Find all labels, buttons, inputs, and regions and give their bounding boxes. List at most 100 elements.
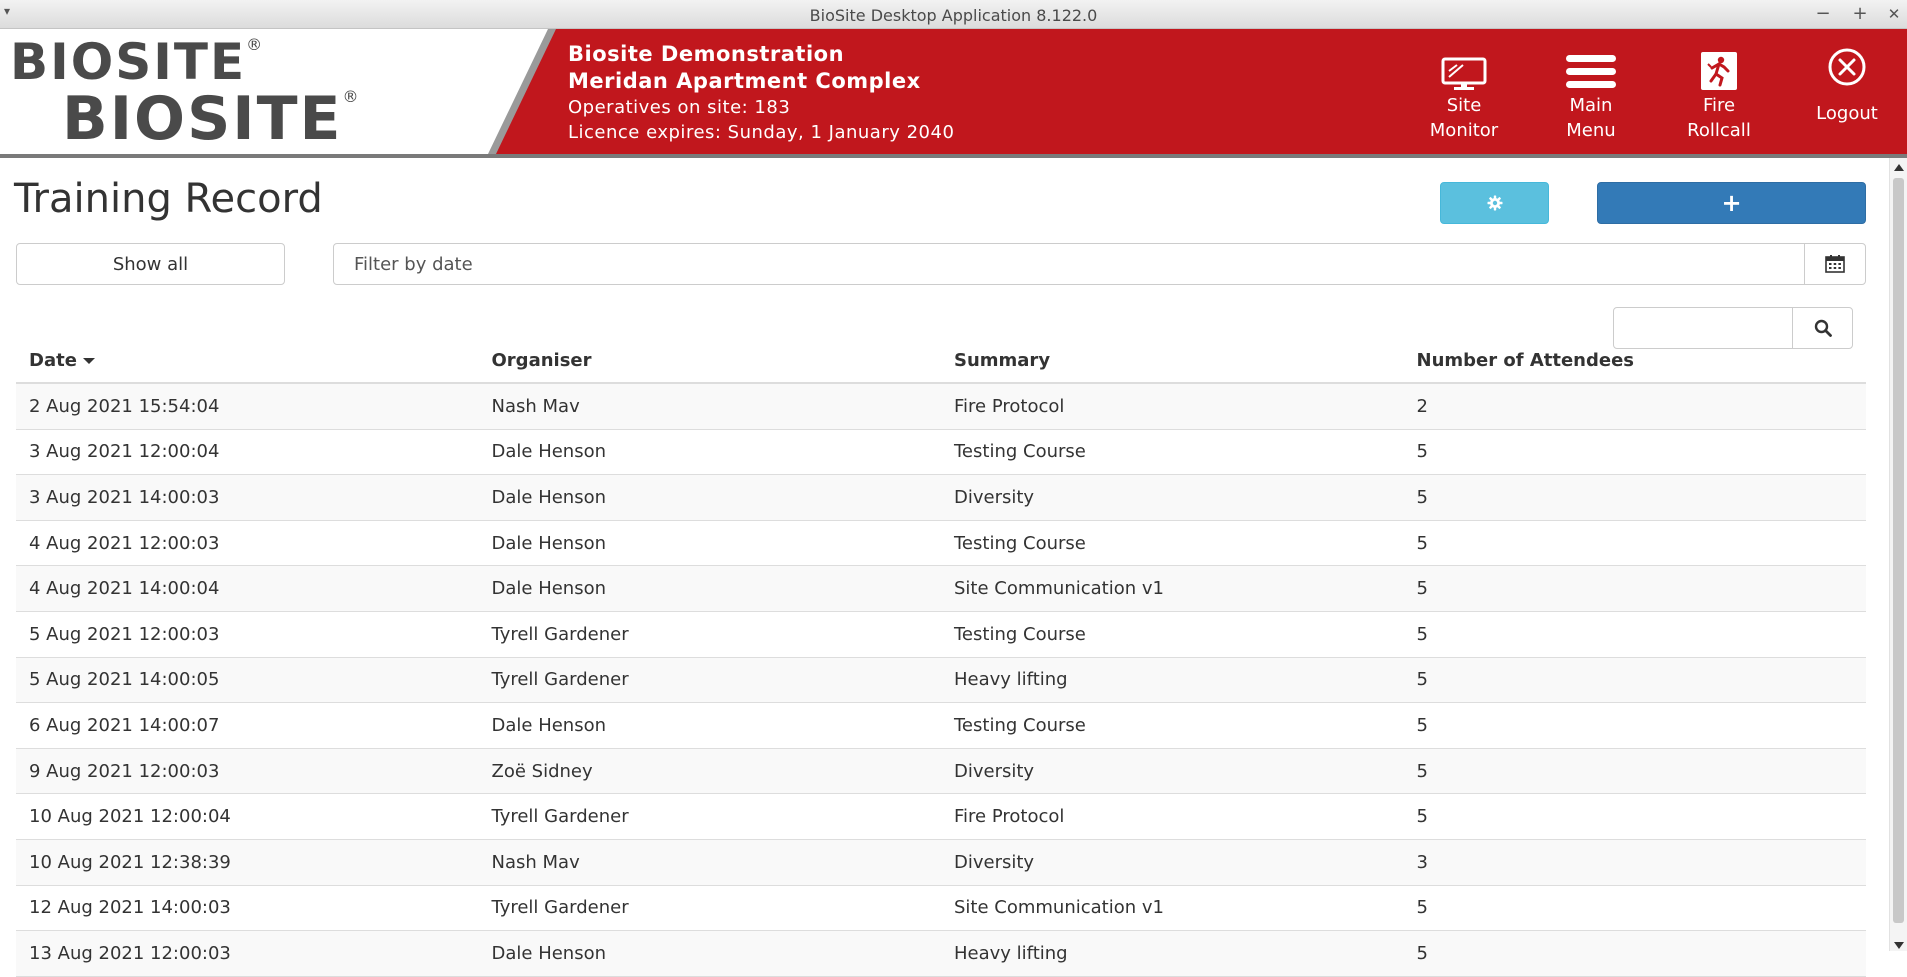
search-icon	[1814, 319, 1832, 337]
table-row[interactable]: 12 Aug 2021 14:00:03 Tyrell Gardener Site …	[16, 886, 1866, 932]
show-all-button[interactable]: Show all	[16, 243, 285, 285]
column-header-date[interactable]: Date	[16, 350, 479, 371]
fire-rollcall-button[interactable]: Fire Rollcall	[1664, 49, 1774, 149]
cell-summary: Heavy lifting	[954, 669, 1068, 691]
calendar-button[interactable]	[1804, 243, 1866, 285]
cell-attendees: 5	[1416, 897, 1428, 919]
cell-summary: Diversity	[954, 760, 1035, 782]
scroll-down-icon[interactable]	[1894, 942, 1904, 949]
table-row[interactable]: 13 Aug 2021 12:00:03 Dale Henson Heavy lif…	[16, 931, 1866, 977]
cell-summary: Heavy lifting	[954, 942, 1068, 964]
cell-summary: Testing Course	[954, 714, 1086, 736]
cell-date: 3 Aug 2021 12:00:04	[29, 441, 220, 463]
main-menu-label-2: Menu	[1566, 120, 1616, 141]
cell-date: 4 Aug 2021 14:00:04	[29, 578, 220, 600]
cell-organiser: Nash Mav	[491, 395, 580, 417]
cell-organiser: Dale Henson	[491, 942, 607, 964]
sort-desc-icon	[82, 357, 95, 364]
cell-attendees: 5	[1416, 806, 1428, 828]
table-row[interactable]: 4 Aug 2021 12:00:03 Dale Henson Testing Co…	[16, 521, 1866, 567]
add-training-button[interactable]: +	[1597, 182, 1866, 224]
logout-icon	[1828, 48, 1866, 86]
fire-rollcall-label-1: Fire	[1702, 95, 1736, 116]
date-filter-input[interactable]	[333, 243, 1805, 285]
cell-date: 10 Aug 2021 12:38:39	[29, 851, 231, 873]
table-row[interactable]: 10 Aug 2021 12:00:04 Tyrell Gardener Fire …	[16, 794, 1866, 840]
cell-attendees: 5	[1416, 532, 1428, 554]
cell-attendees: 5	[1416, 441, 1428, 463]
cell-summary: Testing Course	[954, 623, 1086, 645]
cell-summary: Site Communication v1	[954, 578, 1164, 600]
maximize-icon[interactable]: +	[1849, 3, 1871, 24]
table-row[interactable]: 3 Aug 2021 14:00:03 Dale Henson Diversity 5	[16, 475, 1866, 521]
cell-date: 2 Aug 2021 15:54:04	[29, 395, 220, 417]
gear-icon	[1487, 195, 1502, 211]
cell-organiser: Dale Henson	[491, 578, 607, 600]
logo-text-bottom: BIOSITE®	[62, 84, 359, 154]
cell-date: 4 Aug 2021 12:00:03	[29, 532, 220, 554]
site-monitor-label-2: Monitor	[1429, 120, 1499, 141]
site-info: Biosite Demonstration Meridan Apartment …	[568, 41, 954, 145]
cell-organiser: Dale Henson	[491, 486, 607, 508]
table-header: Date Organiser Summary Number of Attende…	[16, 338, 1866, 384]
cell-organiser: Zoë Sidney	[491, 760, 593, 782]
cell-organiser: Tyrell Gardener	[491, 623, 629, 645]
table-row[interactable]: 6 Aug 2021 14:00:07 Dale Henson Testing Co…	[16, 703, 1866, 749]
cell-attendees: 5	[1416, 714, 1428, 736]
site-name: Biosite Demonstration	[568, 42, 845, 66]
project-name: Meridan Apartment Complex	[568, 69, 921, 93]
app-header: BIOSITE® BIOSITE® Biosite Demonstration …	[0, 29, 1907, 158]
cell-date: 10 Aug 2021 12:00:04	[29, 806, 231, 828]
minimize-icon[interactable]: −	[1812, 3, 1834, 24]
cell-attendees: 5	[1416, 623, 1428, 645]
column-header-summary[interactable]: Summary	[941, 350, 1404, 371]
table-row[interactable]: 5 Aug 2021 12:00:03 Tyrell Gardener Testin…	[16, 612, 1866, 658]
cell-attendees: 5	[1416, 942, 1428, 964]
table-row[interactable]: 5 Aug 2021 14:00:05 Tyrell Gardener Heavy …	[16, 657, 1866, 704]
cell-summary: Diversity	[954, 486, 1035, 508]
cell-date: 13 Aug 2021 12:00:03	[29, 942, 231, 964]
fire-exit-icon	[1701, 52, 1737, 90]
training-table: Date Organiser Summary Number of Attende…	[16, 338, 1866, 977]
cell-date: 12 Aug 2021 14:00:03	[29, 897, 231, 919]
cell-attendees: 5	[1416, 760, 1428, 782]
cell-organiser: Dale Henson	[491, 532, 607, 554]
cell-summary: Testing Course	[954, 441, 1086, 463]
cell-organiser: Dale Henson	[491, 441, 607, 463]
table-row[interactable]: 9 Aug 2021 12:00:03 Zoë Sidney Diversity 5	[16, 748, 1866, 795]
cell-summary: Fire Protocol	[954, 806, 1065, 828]
table-row[interactable]: 3 Aug 2021 12:00:04 Dale Henson Testing Co…	[16, 430, 1866, 476]
window-title: BioSite Desktop Application 8.122.0	[809, 6, 1098, 25]
operatives-count: Operatives on site: 183	[568, 97, 791, 118]
cell-organiser: Tyrell Gardener	[491, 806, 629, 828]
logo-area: BIOSITE® BIOSITE®	[0, 29, 550, 154]
table-row[interactable]: 2 Aug 2021 15:54:04 Nash Mav Fire Protocol…	[16, 384, 1866, 430]
window-titlebar: ▾ BioSite Desktop Application 8.122.0 − …	[0, 0, 1907, 29]
cell-attendees: 5	[1416, 669, 1428, 691]
close-icon[interactable]: ✕	[1883, 5, 1905, 23]
table-row[interactable]: 10 Aug 2021 12:38:39 Nash Mav Diversity 3	[16, 839, 1866, 886]
cell-attendees: 2	[1416, 395, 1428, 417]
column-header-organiser[interactable]: Organiser	[479, 350, 942, 371]
cell-date: 5 Aug 2021 14:00:05	[29, 669, 220, 691]
column-header-attendees[interactable]: Number of Attendees	[1404, 350, 1867, 371]
main-menu-button[interactable]: Main Menu	[1536, 49, 1646, 149]
main-menu-label-1: Main	[1569, 95, 1613, 116]
settings-button[interactable]	[1440, 182, 1549, 224]
cell-attendees: 5	[1416, 486, 1428, 508]
cell-attendees: 5	[1416, 578, 1428, 600]
site-monitor-button[interactable]: Site Monitor	[1409, 49, 1519, 149]
vertical-scrollbar[interactable]	[1889, 158, 1907, 951]
cell-date: 3 Aug 2021 14:00:03	[29, 486, 220, 508]
logout-button[interactable]: Logout	[1792, 48, 1902, 149]
scrollbar-thumb[interactable]	[1893, 178, 1904, 923]
scroll-up-icon[interactable]	[1894, 164, 1904, 171]
logo-text-top: BIOSITE®	[10, 33, 263, 91]
cell-organiser: Tyrell Gardener	[491, 669, 629, 691]
cell-organiser: Nash Mav	[491, 851, 580, 873]
monitor-icon	[1441, 57, 1487, 90]
cell-organiser: Dale Henson	[491, 714, 607, 736]
cell-summary: Diversity	[954, 851, 1035, 873]
menu-icon	[1566, 55, 1616, 88]
table-row[interactable]: 4 Aug 2021 14:00:04 Dale Henson Site Commu…	[16, 566, 1866, 612]
